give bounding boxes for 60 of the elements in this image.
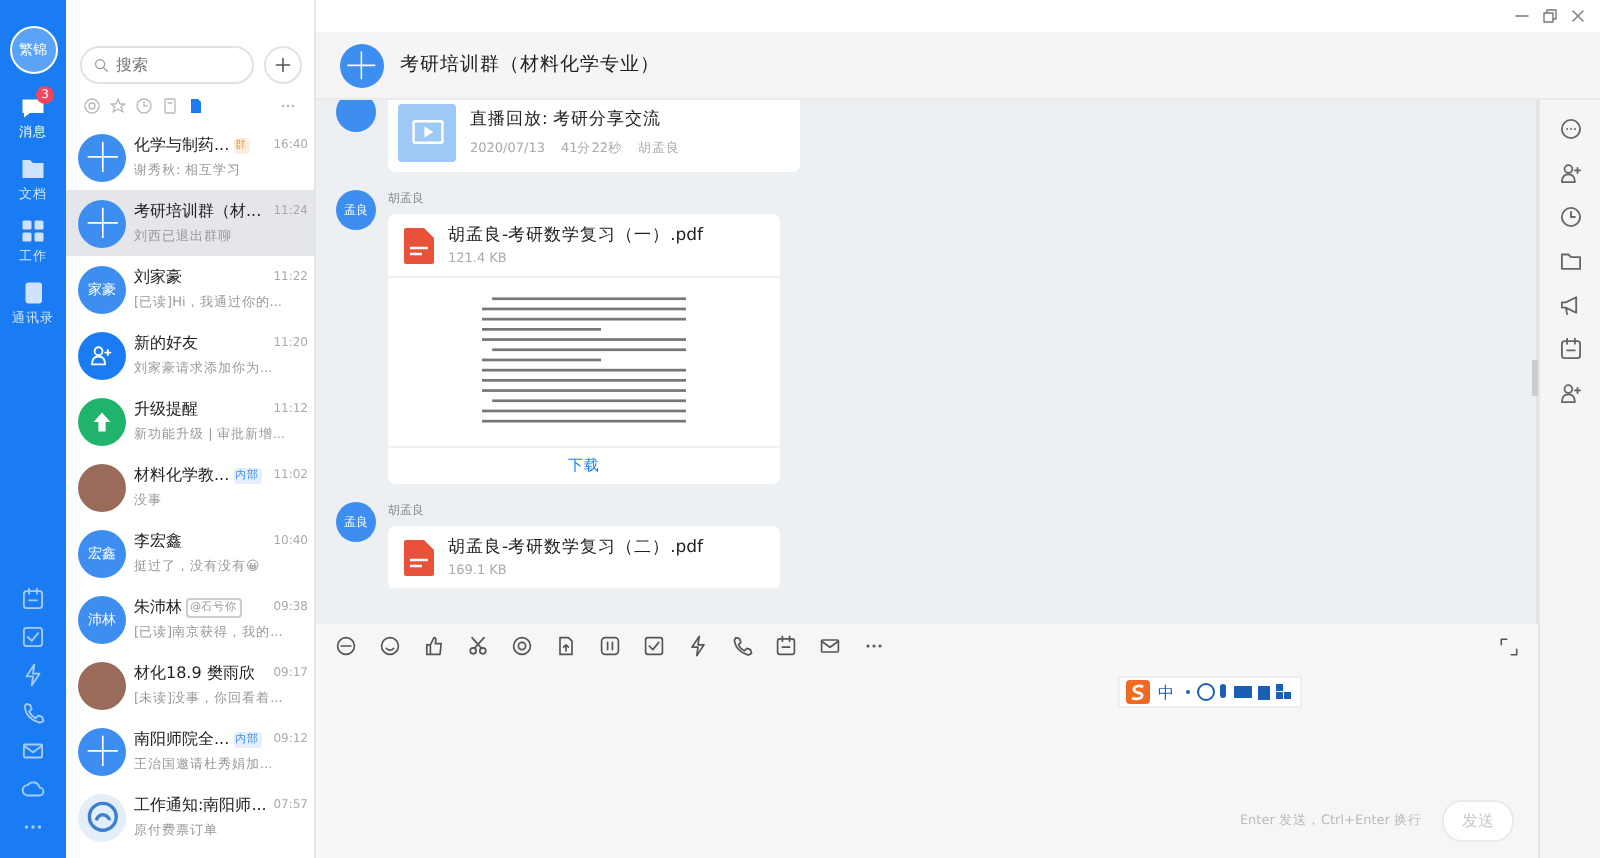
chat-title: 考研培训群（材料化学专业）	[400, 52, 660, 78]
add-person-icon[interactable]	[1557, 160, 1583, 186]
chat-name: 材化18.9 樊雨欣	[134, 662, 255, 684]
chat-dots-icon[interactable]	[1557, 116, 1583, 142]
video-title: 直播回放: 考研分享交流	[470, 107, 664, 131]
avatar	[336, 100, 376, 132]
emoji-icon[interactable]	[378, 634, 402, 658]
clock-icon[interactable]	[1557, 204, 1583, 230]
plus-icon	[272, 54, 294, 76]
checkbox-icon[interactable]	[642, 634, 666, 658]
star-icon[interactable]	[108, 96, 128, 116]
file-icon[interactable]	[186, 96, 206, 116]
group-grid-icon	[85, 206, 119, 240]
file-upload-icon[interactable]	[554, 634, 578, 658]
ime-toolbar[interactable]: 中	[1118, 676, 1302, 708]
pdf-file-icon	[404, 539, 434, 575]
search-icon	[92, 56, 110, 74]
file-name: 胡孟良-考研数学复习（一）.pdf	[448, 224, 704, 248]
megaphone-icon[interactable]	[1557, 292, 1583, 318]
chat-name: 化学与制药...	[134, 134, 230, 156]
add-button[interactable]	[264, 46, 302, 84]
chat-name: 考研培训群（材...	[134, 200, 262, 222]
chat-name: 南阳师院全...	[134, 728, 230, 750]
up-arrow-icon	[90, 409, 114, 433]
swirl-logo-icon	[85, 800, 119, 834]
sogou-logo-icon	[1126, 680, 1150, 704]
search-field[interactable]: 搜索	[80, 46, 254, 84]
tv-play-icon	[409, 114, 445, 150]
lightning-icon[interactable]	[686, 634, 710, 658]
ime-mode: 中	[1158, 681, 1174, 703]
chat-name: 新的好友	[134, 332, 198, 354]
chat-name: 材料化学教...	[134, 464, 230, 486]
avatar-photo-placeholder	[78, 661, 126, 709]
ime-icons-drawing	[1182, 682, 1294, 702]
group-grid-icon	[85, 140, 119, 174]
chat-name: 刘家豪	[134, 266, 182, 288]
scrollbar-thumb[interactable]	[1532, 360, 1538, 396]
add-person-icon	[88, 341, 116, 369]
mail-icon[interactable]	[818, 634, 842, 658]
avatar-photo-placeholder	[78, 463, 126, 511]
close-icon[interactable]	[1568, 6, 1588, 26]
chat-name: 升级提醒	[134, 398, 198, 420]
group-grid-icon	[85, 734, 119, 768]
chat-name: 朱沛林	[134, 596, 182, 618]
calendar-icon[interactable]	[1557, 336, 1583, 362]
expand-icon[interactable]	[1498, 635, 1520, 657]
chat-name: 李宏鑫	[134, 530, 182, 552]
add-person-icon[interactable]	[1557, 380, 1583, 406]
pause-square-icon[interactable]	[598, 634, 622, 658]
pdf-file-icon	[404, 227, 434, 263]
grid-icon	[18, 216, 48, 246]
calendar-icon[interactable]	[774, 634, 798, 658]
restore-icon[interactable]	[1540, 6, 1560, 26]
phone-icon[interactable]	[730, 634, 754, 658]
folder-icon	[18, 154, 48, 184]
file-name: 胡孟良-考研数学复习（二）.pdf	[448, 536, 704, 560]
scissors-icon[interactable]	[466, 634, 490, 658]
chat-name: 工作通知:南阳师...	[134, 794, 267, 816]
folder-icon[interactable]	[1557, 248, 1583, 274]
thumbs-up-icon[interactable]	[422, 634, 446, 658]
